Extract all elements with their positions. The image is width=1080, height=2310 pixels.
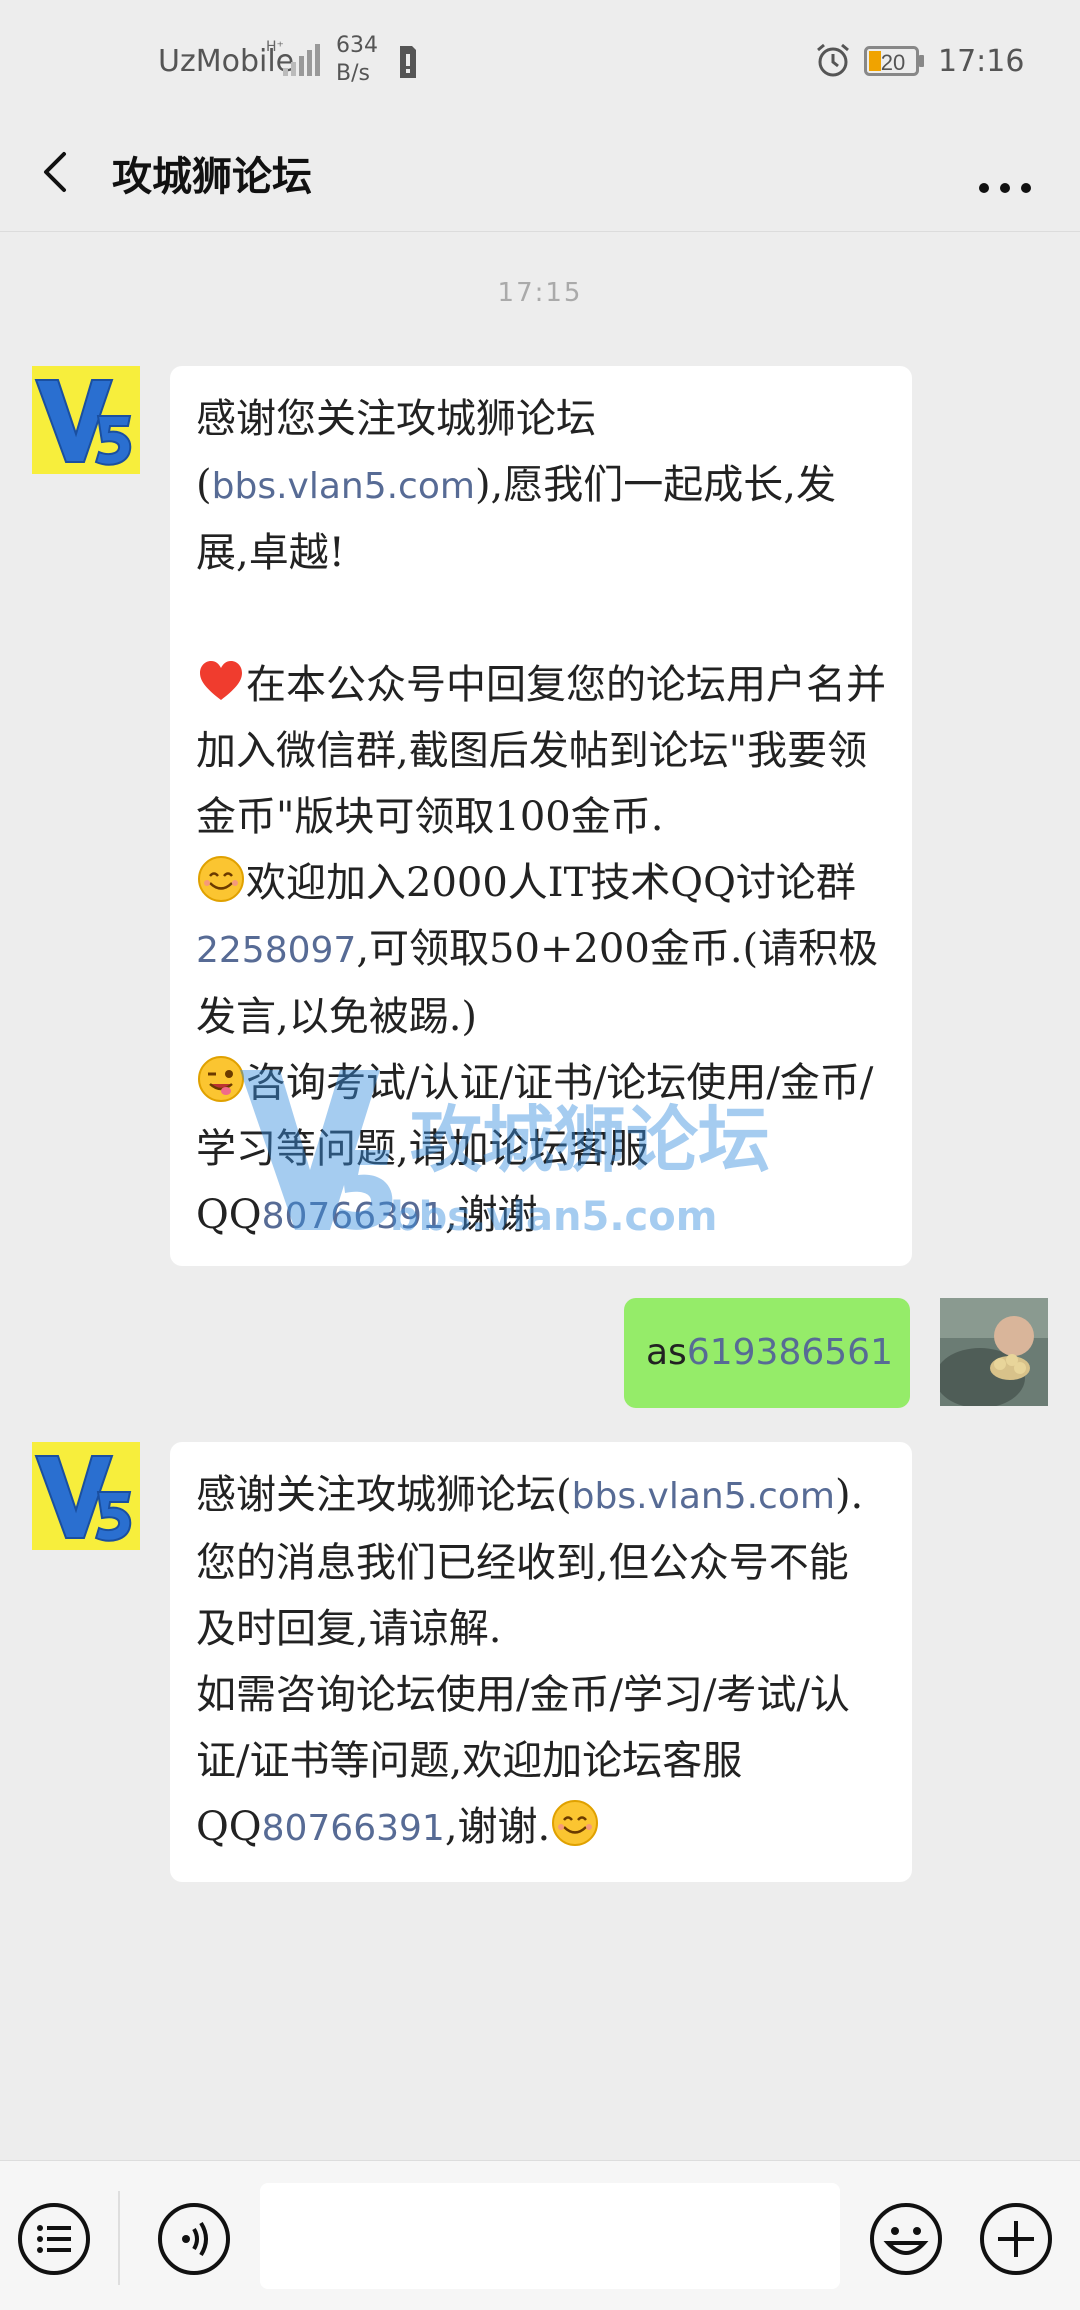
voice-icon[interactable] (156, 2201, 232, 2277)
plus-icon[interactable] (978, 2201, 1054, 2277)
smile-emoji-icon (552, 1800, 599, 1846)
wink-emoji-icon (198, 1056, 244, 1102)
alarm-icon (817, 43, 849, 77)
user-photo-icon (940, 1298, 1048, 1406)
message-paragraph: 感谢您关注攻城狮论坛(bbs.vlan5.com),愿我们一起成长,发展,卓越! (196, 396, 836, 576)
status-bar: UzMobile H⁺ 634 B/s 20 17:16 (0, 0, 1080, 120)
qq-group-number[interactable]: 2258097 (196, 930, 356, 971)
forum-link[interactable]: bbs.vlan5.com (212, 466, 475, 507)
sender-avatar[interactable] (32, 1442, 140, 1550)
sent-text: as (646, 1332, 687, 1373)
forum-link[interactable]: bbs.vlan5.com (572, 1476, 835, 1517)
battery-level: 20 (881, 50, 905, 75)
smile-emoji-icon (198, 856, 244, 902)
message-bubble-received-1[interactable]: 感谢您关注攻城狮论坛(bbs.vlan5.com),愿我们一起成长,发展,卓越!… (170, 366, 912, 1266)
message-bubble-received-2[interactable]: 感谢关注攻城狮论坛(bbs.vlan5.com).您的消息我们已经收到,但公众号… (170, 1442, 912, 1882)
net-speed-unit: B/s (336, 61, 370, 86)
list-icon[interactable] (16, 2201, 92, 2277)
net-speed: 634 B/s (336, 32, 378, 88)
sim-icon (400, 46, 416, 78)
message-paragraph: 欢迎加入2000人IT技术QQ讨论群2258097,可领取50+200金币.(请… (196, 850, 886, 1050)
qq-service-number[interactable]: 80766391 (262, 1196, 445, 1237)
chat-screen: UzMobile H⁺ 634 B/s 20 17:16 攻城狮论坛 17:15… (0, 0, 1080, 2310)
sender-avatar[interactable] (32, 366, 140, 474)
heart-emoji-icon (200, 661, 242, 700)
message-timestamp: 17:15 (497, 278, 583, 308)
message-paragraph: 在本公众号中回复您的论坛用户名并加入微信群,截图后发帖到论坛"我要领金币"版块可… (196, 652, 886, 850)
status-time: 17:16 (938, 44, 1025, 79)
sent-number: 619386561 (686, 1332, 893, 1373)
nav-bar: 攻城狮论坛 (0, 120, 1080, 232)
network-type: H⁺ (266, 39, 284, 55)
battery-icon: 20 (864, 46, 924, 76)
back-arrow-icon[interactable] (30, 142, 90, 202)
message-bubble-sent[interactable]: as619386561 (624, 1298, 910, 1408)
bar-divider (118, 2191, 120, 2285)
qq-service-number[interactable]: 80766391 (262, 1808, 445, 1849)
more-options-icon[interactable] (970, 140, 1040, 200)
v5-logo-icon (32, 366, 140, 474)
emoji-icon[interactable] (868, 2201, 944, 2277)
message-paragraph: 咨询考试/认证/证书/论坛使用/金币/学习等问题,请加论坛客服QQ8076639… (196, 1050, 886, 1250)
signal-icon (283, 44, 320, 76)
my-avatar[interactable] (940, 1298, 1048, 1406)
message-paragraph: 感谢关注攻城狮论坛(bbs.vlan5.com).您的消息我们已经收到,但公众号… (196, 1472, 864, 1652)
v5-logo-icon (32, 1442, 140, 1550)
message-paragraph: 如需咨询论坛使用/金币/学习/考试/认证/证书等问题,欢迎加论坛客服QQ8076… (196, 1672, 850, 1850)
message-input[interactable] (260, 2183, 840, 2289)
input-bar (0, 2160, 1080, 2310)
net-speed-value: 634 (336, 33, 378, 58)
chat-title: 攻城狮论坛 (112, 153, 312, 200)
